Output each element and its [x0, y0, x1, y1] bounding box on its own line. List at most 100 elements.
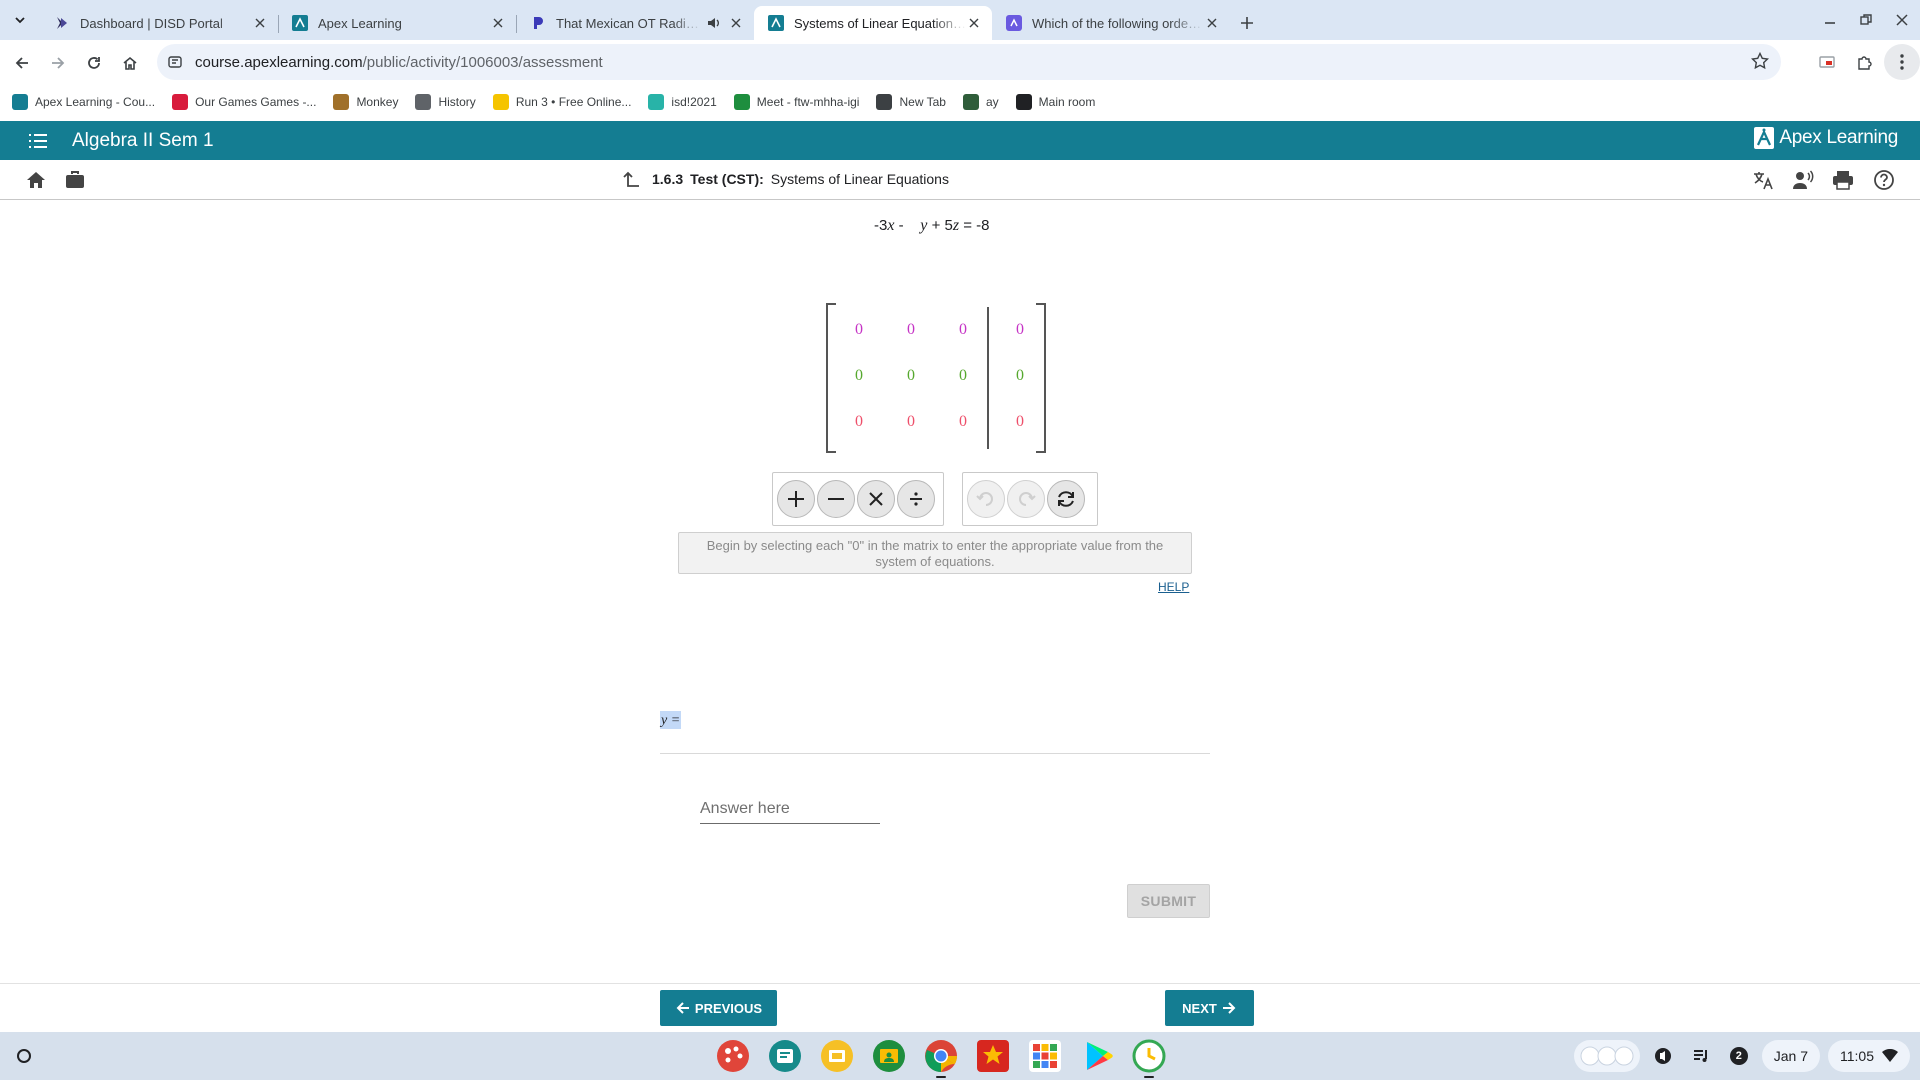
undo-icon: [976, 492, 993, 506]
matrix-cell-r1c3[interactable]: 0: [948, 317, 978, 343]
close-window-button[interactable]: [1884, 0, 1920, 40]
bookmark-item[interactable]: Apex Learning - Cou...: [12, 94, 155, 110]
tab-disd-portal[interactable]: Dashboard | DISD Portal: [40, 6, 278, 40]
new-tab-button[interactable]: [1230, 6, 1264, 40]
translate-icon: [1754, 172, 1773, 190]
eq-op: + 5: [927, 217, 953, 234]
redo-button[interactable]: [1007, 480, 1045, 518]
matrix-cell-r3c2[interactable]: 0: [896, 409, 926, 435]
reload-button[interactable]: [76, 45, 112, 81]
matrix-cell-r3c3[interactable]: 0: [948, 409, 978, 435]
restore-button[interactable]: [1848, 0, 1884, 40]
playlist-icon: [1693, 1050, 1707, 1062]
bookmark-label: ay: [985, 95, 999, 109]
matrix-cell-r2c3[interactable]: 0: [948, 363, 978, 389]
app-chrome[interactable]: [923, 1038, 959, 1078]
matrix-hint: Begin by selecting each "0" in the matri…: [678, 532, 1192, 574]
help-link[interactable]: HELP: [1158, 580, 1189, 594]
matrix-cell-r3c4[interactable]: 0: [1005, 409, 1035, 435]
bookmark-item[interactable]: New Tab: [876, 94, 946, 110]
browser-menu-button[interactable]: [1884, 44, 1920, 80]
bookmark-item[interactable]: Main room: [1015, 94, 1095, 110]
variable-y: y =: [661, 713, 681, 728]
translate-button[interactable]: [1751, 168, 1775, 192]
app-slides[interactable]: [819, 1038, 855, 1074]
app-shelf-clock[interactable]: [1131, 1038, 1167, 1078]
matrix-cell-r2c2[interactable]: 0: [896, 363, 926, 389]
media-button[interactable]: [1648, 1040, 1678, 1072]
bookmark-item[interactable]: History: [415, 94, 476, 110]
matrix-cell-r1c1[interactable]: 0: [844, 317, 874, 343]
tab-radio[interactable]: That Mexican OT Radio - N: [516, 6, 754, 40]
reset-button[interactable]: [1047, 480, 1085, 518]
close-icon[interactable]: [1204, 15, 1220, 31]
pandora-icon: [534, 17, 543, 29]
app-grid[interactable]: [1027, 1038, 1063, 1074]
home-nav-button[interactable]: [24, 168, 48, 192]
bookmark-item[interactable]: Monkey: [333, 94, 398, 110]
paint-app-icon: [717, 1040, 749, 1072]
forward-button[interactable]: [40, 45, 76, 81]
status-area-button[interactable]: 11:05: [1828, 1040, 1910, 1072]
hamburger-menu-button[interactable]: [22, 125, 54, 157]
bookmark-favicon-icon: [333, 94, 350, 110]
briefcase-button[interactable]: [63, 168, 87, 192]
read-aloud-button[interactable]: [1791, 168, 1815, 192]
submit-button[interactable]: SUBMIT: [1127, 884, 1210, 918]
print-button[interactable]: [1831, 168, 1855, 192]
bookmark-item[interactable]: ay: [962, 94, 999, 110]
subtract-rows-button[interactable]: [817, 480, 855, 518]
window-controls: [1812, 0, 1920, 40]
playlist-button[interactable]: [1686, 1040, 1716, 1072]
avatars-icon: [1580, 1046, 1634, 1066]
back-button[interactable]: [4, 45, 40, 81]
speaker-icon[interactable]: [706, 16, 720, 30]
date-button[interactable]: Jan 7: [1761, 1040, 1820, 1072]
notifications-button[interactable]: 2: [1724, 1040, 1754, 1072]
matrix-cell-r2c1[interactable]: 0: [844, 363, 874, 389]
launcher-button[interactable]: [12, 1044, 36, 1068]
close-icon[interactable]: [252, 15, 268, 31]
toolbar-actions: [1808, 44, 1920, 80]
extensions-button[interactable]: [1846, 44, 1884, 80]
tab-systems-of-linear-equations[interactable]: Systems of Linear Equations - A: [754, 6, 992, 40]
app-classroom[interactable]: [871, 1038, 907, 1074]
wifi-icon: [1882, 1049, 1898, 1062]
close-icon[interactable]: [966, 15, 982, 31]
app-classroom-notes[interactable]: [767, 1038, 803, 1074]
app-paint[interactable]: [715, 1038, 751, 1074]
matrix-augment-line: [987, 307, 989, 449]
tab-apex-learning[interactable]: Apex Learning: [278, 6, 516, 40]
matrix-cell-r1c2[interactable]: 0: [896, 317, 926, 343]
site-info-icon[interactable]: [167, 54, 183, 70]
tab-which-ordered[interactable]: Which of the following ordered: [992, 6, 1230, 40]
close-icon[interactable]: [728, 15, 744, 31]
address-bar[interactable]: course.apexlearning.com/public/activity/…: [157, 44, 1781, 80]
help-button[interactable]: [1872, 168, 1896, 192]
matrix-cell-r2c4[interactable]: 0: [1005, 363, 1035, 389]
app-red-star[interactable]: [975, 1038, 1011, 1074]
add-rows-button[interactable]: [777, 480, 815, 518]
next-button[interactable]: NEXT: [1165, 990, 1254, 1026]
tab-title: Dashboard | DISD Portal: [80, 15, 223, 31]
answer-input[interactable]: [700, 794, 880, 824]
divide-row-button[interactable]: [897, 480, 935, 518]
matrix-cell-r3c1[interactable]: 0: [844, 409, 874, 435]
bookmark-item[interactable]: isd!2021: [648, 94, 717, 110]
home-button[interactable]: [112, 45, 148, 81]
tray-holding-space[interactable]: [1573, 1040, 1640, 1072]
close-icon[interactable]: [490, 15, 506, 31]
matrix-cell-r1c4[interactable]: 0: [1005, 317, 1035, 343]
bookmark-item[interactable]: Meet - ftw-mhha-igi: [733, 94, 859, 110]
up-arrow-icon[interactable]: [622, 170, 640, 188]
app-play-store[interactable]: [1079, 1038, 1115, 1074]
undo-button[interactable]: [967, 480, 1005, 518]
tab-search-button[interactable]: [0, 0, 40, 40]
previous-button[interactable]: PREVIOUS: [660, 990, 777, 1026]
cast-button[interactable]: [1808, 44, 1846, 80]
multiply-row-button[interactable]: [857, 480, 895, 518]
bookmark-item[interactable]: Our Games Games -...: [172, 94, 316, 110]
minimize-button[interactable]: [1812, 0, 1848, 40]
star-icon[interactable]: [1751, 52, 1769, 70]
bookmark-item[interactable]: Run 3 • Free Online...: [492, 94, 631, 110]
